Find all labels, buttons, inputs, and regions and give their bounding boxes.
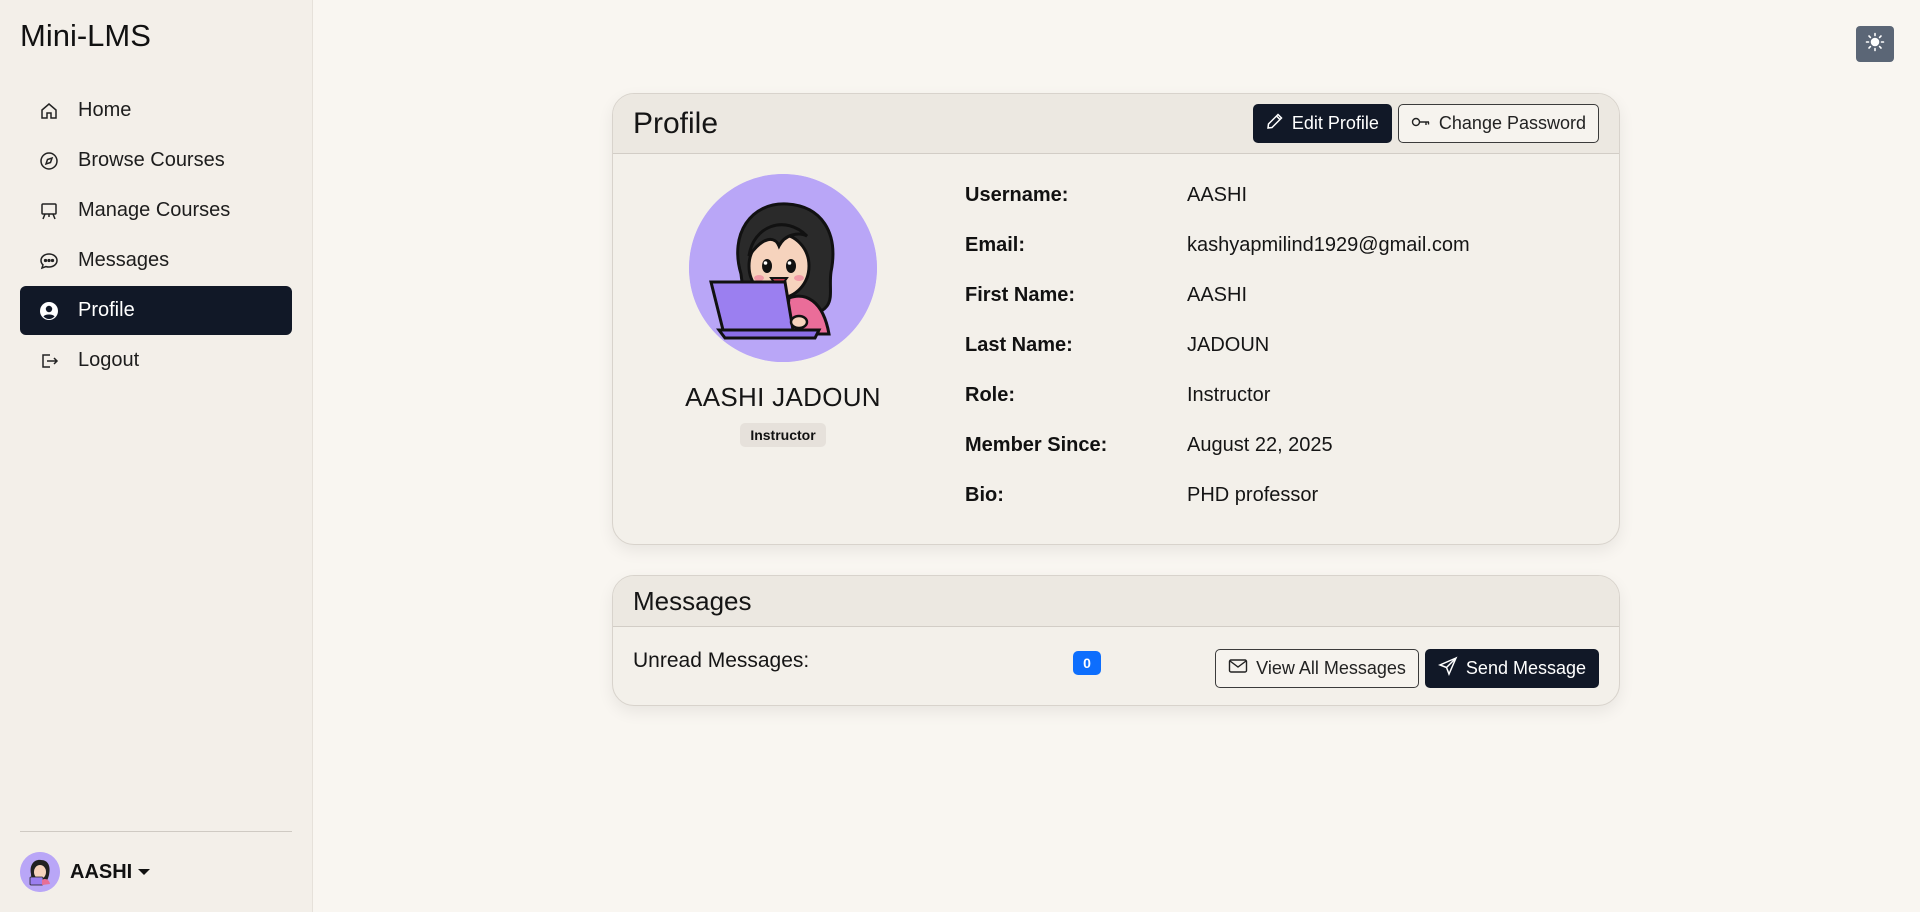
send-message-button[interactable]: Send Message [1424, 649, 1599, 688]
messages-card-header: Messages [613, 576, 1619, 627]
profile-card-header: Profile Edit Profile Change Password [613, 94, 1619, 154]
chat-dots-icon [38, 250, 60, 272]
messages-actions: View All Messages Send Message [1215, 649, 1599, 688]
send-icon [1437, 656, 1458, 681]
easel-icon [38, 200, 60, 222]
detail-value: PHD professor [1187, 483, 1319, 506]
sidebar-item-messages[interactable]: Messages [20, 236, 292, 285]
sidebar-item-manage-courses[interactable]: Manage Courses [20, 186, 292, 235]
detail-value: August 22, 2025 [1187, 433, 1333, 456]
sidebar-item-label: Messages [78, 249, 170, 271]
detail-label: Member Since: [965, 433, 1108, 456]
detail-value: Instructor [1187, 383, 1271, 406]
user-name: AASHI [70, 860, 133, 883]
home-icon [38, 100, 60, 122]
detail-value: AASHI [1187, 183, 1248, 206]
detail-value: AASHI [1187, 283, 1248, 306]
theme-toggle-button[interactable] [1856, 26, 1894, 62]
avatar [20, 852, 60, 892]
detail-value: JADOUN [1187, 333, 1270, 356]
role-badge: Instructor [740, 423, 826, 447]
sidebar-item-logout[interactable]: Logout [20, 336, 292, 385]
profile-full-name: AASHI JADOUN [685, 382, 881, 412]
messages-card-title: Messages [633, 585, 752, 616]
profile-actions: Edit Profile Change Password [1252, 104, 1599, 143]
detail-row-role: Role: Instructor [965, 370, 1605, 420]
messages-card-body: Unread Messages: 0 View All Messages Sen… [613, 627, 1619, 705]
change-password-button[interactable]: Change Password [1397, 104, 1599, 143]
sidebar-item-label: Logout [78, 349, 140, 371]
detail-label: Last Name: [965, 333, 1073, 356]
change-password-label: Change Password [1438, 113, 1586, 133]
sidebar-item-profile[interactable]: Profile [20, 286, 292, 335]
envelope-icon [1228, 658, 1248, 679]
detail-row-first-name: First Name: AASHI [965, 270, 1605, 320]
unread-messages-label: Unread Messages: [633, 649, 810, 672]
key-icon [1411, 113, 1431, 134]
sidebar-item-label: Home [78, 99, 132, 121]
detail-row-email: Email: kashyapmilind1929@gmail.com [965, 220, 1605, 270]
profile-avatar [689, 174, 877, 362]
detail-row-username: Username: AASHI [965, 170, 1605, 220]
send-message-label: Send Message [1465, 658, 1586, 678]
detail-label: Bio: [965, 483, 1004, 506]
detail-label: Email: [965, 233, 1026, 256]
sidebar-divider [20, 831, 292, 832]
detail-label: Username: [965, 183, 1069, 206]
app-title[interactable]: Mini-LMS [20, 18, 151, 54]
detail-value: kashyapmilind1929@gmail.com [1187, 233, 1470, 256]
unread-count-badge: 0 [1073, 651, 1101, 675]
profile-details: Username: AASHI Email: kashyapmilind1929… [965, 154, 1605, 520]
compass-icon [38, 150, 60, 172]
logout-icon [38, 350, 60, 372]
view-all-messages-button[interactable]: View All Messages [1215, 649, 1419, 688]
profile-summary: AASHI JADOUN Instructor [613, 154, 953, 447]
sidebar-item-label: Browse Courses [78, 149, 225, 171]
detail-row-last-name: Last Name: JADOUN [965, 320, 1605, 370]
person-circle-icon [38, 300, 60, 322]
page-title: Profile [633, 106, 719, 140]
sidebar-nav: Home Browse Courses Manage Courses Messa… [20, 86, 292, 386]
view-all-messages-label: View All Messages [1256, 658, 1406, 678]
detail-row-bio: Bio: PHD professor [965, 470, 1605, 520]
messages-card: Messages Unread Messages: 0 View All Mes… [612, 575, 1620, 706]
detail-label: Role: [965, 383, 1015, 406]
profile-card: Profile Edit Profile Change Password AAS… [612, 93, 1620, 545]
caret-down-icon [138, 869, 151, 875]
edit-profile-label: Edit Profile [1291, 113, 1379, 133]
detail-label: First Name: [965, 283, 1076, 306]
sidebar-item-label: Profile [78, 299, 135, 321]
pencil-icon [1266, 112, 1284, 135]
sidebar-item-home[interactable]: Home [20, 86, 292, 135]
user-menu-toggle[interactable]: AASHI [20, 852, 151, 892]
detail-row-member-since: Member Since: August 22, 2025 [965, 420, 1605, 470]
sun-icon [1865, 32, 1885, 57]
sidebar-item-label: Manage Courses [78, 199, 231, 221]
sidebar-item-browse-courses[interactable]: Browse Courses [20, 136, 292, 185]
sidebar: Mini-LMS Home Browse Courses Manage Cour… [0, 0, 313, 912]
edit-profile-button[interactable]: Edit Profile [1252, 104, 1392, 143]
